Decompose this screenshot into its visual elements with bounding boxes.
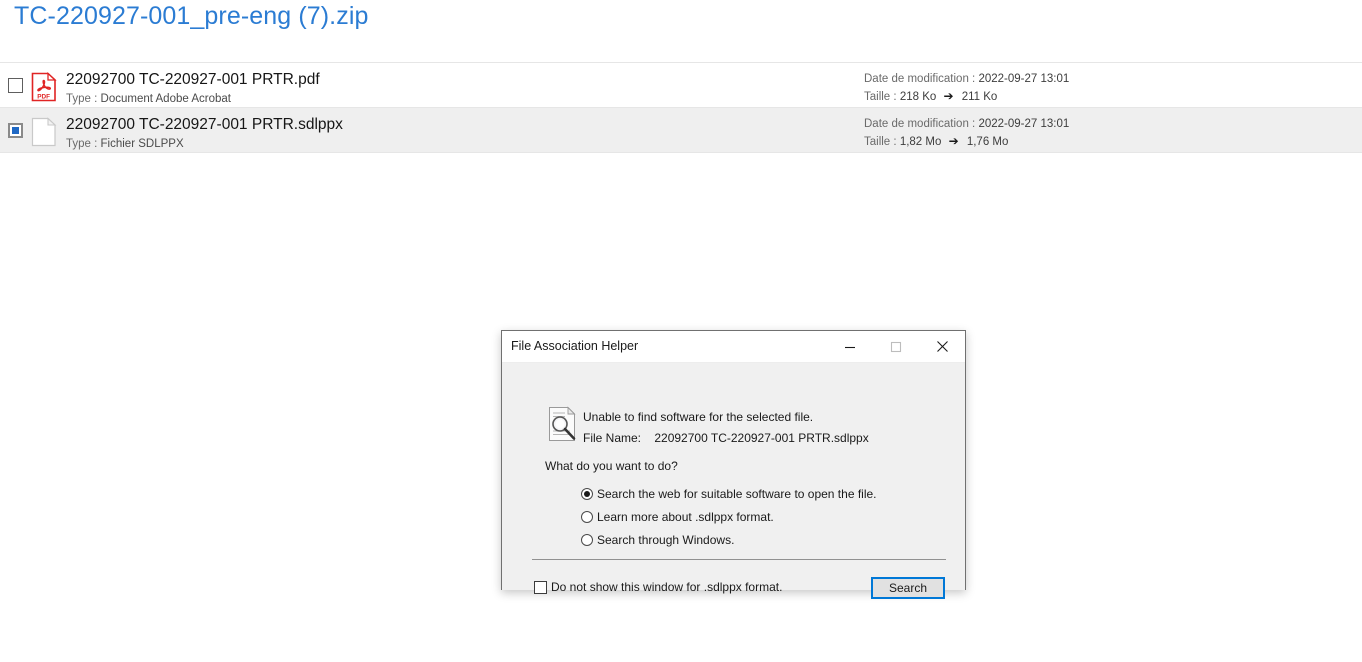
document-search-icon <box>546 405 580 443</box>
file-meta: Date de modification : 2022-09-27 13:01 … <box>864 71 1069 106</box>
file-date-value: 2022-09-27 13:01 <box>978 73 1069 85</box>
close-icon[interactable] <box>919 331 965 362</box>
file-size-compressed: 1,76 Mo <box>967 136 1009 148</box>
dialog-question: What do you want to do? <box>545 459 678 473</box>
file-type-label: Type : <box>66 93 97 105</box>
file-association-helper-dialog: File Association Helper <box>501 330 966 590</box>
row-checkbox[interactable] <box>8 78 23 93</box>
dialog-file-name: File Name: 22092700 TC-220927-001 PRTR.s… <box>583 430 869 446</box>
search-button[interactable]: Search <box>871 577 945 599</box>
pdf-file-icon: PDF <box>31 72 57 102</box>
dialog-file-name-value: 22092700 TC-220927-001 PRTR.sdlppx <box>644 431 868 445</box>
table-row[interactable]: 22092700 TC-220927-001 PRTR.sdlppx Type … <box>0 107 1362 153</box>
dialog-body: Unable to find software for the selected… <box>502 363 965 590</box>
file-type-value: Fichier SDLPPX <box>101 138 184 150</box>
arrow-right-icon: ➔ <box>939 88 958 105</box>
file-date-value: 2022-09-27 13:01 <box>978 118 1069 130</box>
arrow-right-icon: ➔ <box>945 133 964 150</box>
dialog-file-name-label: File Name: <box>583 431 641 445</box>
option-radio-group: Search the web for suitable software to … <box>581 482 877 551</box>
dialog-title: File Association Helper <box>511 339 638 353</box>
dialog-titlebar[interactable]: File Association Helper <box>502 331 965 363</box>
file-size-label: Taille : <box>864 91 897 103</box>
file-name: 22092700 TC-220927-001 PRTR.pdf <box>66 70 320 89</box>
table-row[interactable]: PDF 22092700 TC-220927-001 PRTR.pdf Type… <box>0 62 1362 108</box>
maximize-icon[interactable] <box>873 331 919 362</box>
file-size-label: Taille : <box>864 136 897 148</box>
file-date: Date de modification : 2022-09-27 13:01 <box>864 71 1069 88</box>
file-list: PDF 22092700 TC-220927-001 PRTR.pdf Type… <box>0 62 1362 153</box>
radio-mark-icon <box>581 511 593 523</box>
archive-title: TC-220927-001_pre-eng (7).zip <box>14 2 369 31</box>
file-date-label: Date de modification : <box>864 73 975 85</box>
file-info: 22092700 TC-220927-001 PRTR.pdf Type : D… <box>66 70 320 107</box>
svg-text:PDF: PDF <box>37 93 50 100</box>
file-type: Type : Document Adobe Acrobat <box>66 91 320 107</box>
radio-mark-icon <box>581 488 593 500</box>
window-controls <box>827 331 965 362</box>
file-size: Taille : 1,82 Mo ➔ 1,76 Mo <box>864 133 1069 151</box>
radio-option-learn-more[interactable]: Learn more about .sdlppx format. <box>581 505 877 528</box>
do-not-show-checkbox[interactable]: Do not show this window for .sdlppx form… <box>534 580 782 594</box>
file-size-original: 1,82 Mo <box>900 136 942 148</box>
minimize-icon[interactable] <box>827 331 873 362</box>
generic-file-icon <box>31 117 57 147</box>
file-name: 22092700 TC-220927-001 PRTR.sdlppx <box>66 115 343 134</box>
file-size: Taille : 218 Ko ➔ 211 Ko <box>864 88 1069 106</box>
file-info: 22092700 TC-220927-001 PRTR.sdlppx Type … <box>66 115 343 152</box>
file-date: Date de modification : 2022-09-27 13:01 <box>864 116 1069 133</box>
radio-option-label: Search through Windows. <box>597 533 734 547</box>
file-type-label: Type : <box>66 138 97 150</box>
radio-option-search-windows[interactable]: Search through Windows. <box>581 528 877 551</box>
file-size-original: 218 Ko <box>900 91 936 103</box>
row-checkbox[interactable] <box>8 123 23 138</box>
radio-option-label: Search the web for suitable software to … <box>597 487 877 501</box>
file-size-compressed: 211 Ko <box>962 91 998 103</box>
do-not-show-label: Do not show this window for .sdlppx form… <box>551 580 782 594</box>
checkbox-mark-icon <box>534 581 547 594</box>
file-meta: Date de modification : 2022-09-27 13:01 … <box>864 116 1069 151</box>
file-date-label: Date de modification : <box>864 118 975 130</box>
dialog-message: Unable to find software for the selected… <box>583 409 813 425</box>
file-type-value: Document Adobe Acrobat <box>101 93 231 105</box>
file-type: Type : Fichier SDLPPX <box>66 136 343 152</box>
radio-mark-icon <box>581 534 593 546</box>
radio-option-label: Learn more about .sdlppx format. <box>597 510 774 524</box>
divider <box>532 559 946 560</box>
radio-option-search-web[interactable]: Search the web for suitable software to … <box>581 482 877 505</box>
